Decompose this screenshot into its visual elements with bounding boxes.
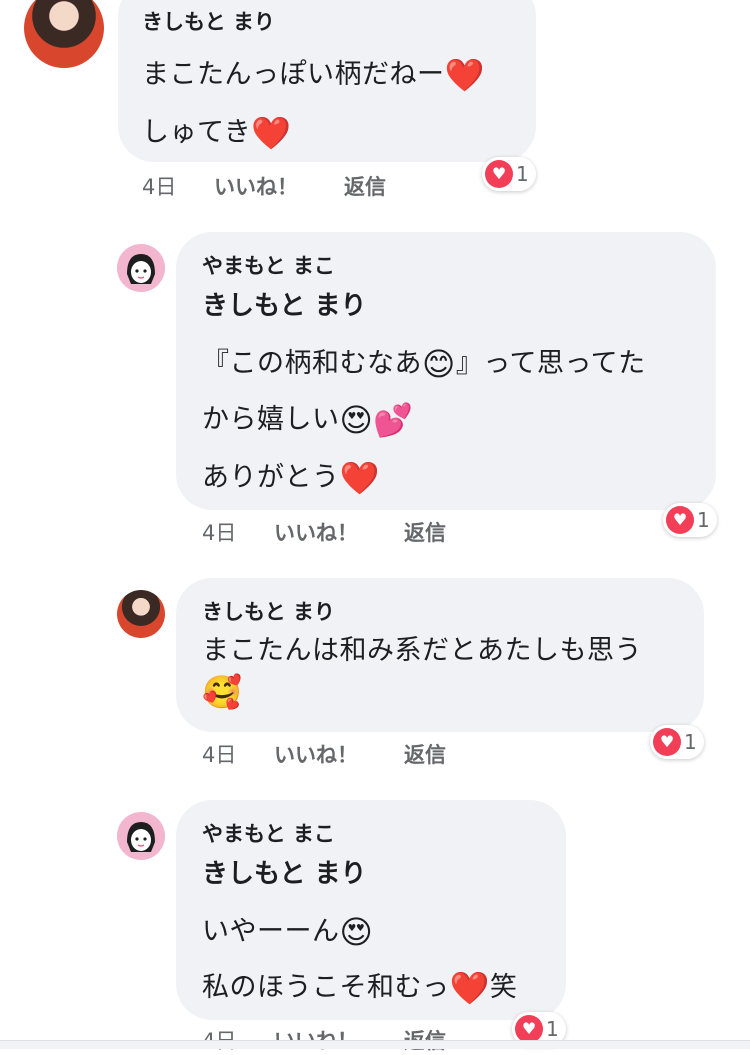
heart-eyes-emoji: 😍: [339, 913, 374, 951]
reaction-summary[interactable]: ♥ 1: [663, 503, 717, 537]
cartoon-avatar-icon: [117, 244, 165, 292]
comment-timestamp[interactable]: 4日: [142, 171, 214, 201]
heart-eyes-emoji: 😍💕: [339, 401, 414, 439]
reply-button[interactable]: 返信: [404, 739, 446, 769]
comment-author[interactable]: やまもと まこ: [202, 250, 335, 280]
heart-emoji: ❤️: [251, 114, 292, 152]
comment-text-line: しゅてき❤️: [142, 114, 292, 152]
smiling-hearts-emoji: 🥰: [202, 673, 243, 711]
reply-button[interactable]: 返信: [344, 171, 386, 201]
smiling-emoji: 😊: [422, 345, 456, 383]
comment-text-line: 私のほうこそ和むっ❤️笑: [202, 969, 518, 1007]
comment-meta: 4日いいね！返信: [202, 517, 446, 547]
comment-text-line: ありがとう❤️: [202, 459, 380, 497]
comment-text-line: いやーーん😍: [202, 913, 374, 951]
reaction-count: 1: [546, 1017, 559, 1041]
comment-timestamp[interactable]: 4日: [202, 739, 274, 769]
heart-reaction-icon: ♥: [515, 1015, 543, 1043]
heart-emoji: ❤️: [339, 459, 380, 497]
reaction-summary[interactable]: ♥ 1: [482, 157, 536, 191]
reaction-count: 1: [684, 730, 697, 754]
avatar[interactable]: [24, 0, 104, 68]
comment-author[interactable]: やまもと まこ: [202, 818, 335, 848]
like-button[interactable]: いいね！: [274, 517, 404, 547]
mention-tag[interactable]: きしもと まり: [202, 285, 367, 322]
heart-reaction-icon: ♥: [666, 506, 694, 534]
comment-timestamp[interactable]: 4日: [202, 517, 274, 547]
like-button[interactable]: いいね！: [274, 739, 404, 769]
avatar[interactable]: [117, 812, 165, 860]
comment-author[interactable]: きしもと まり: [142, 6, 275, 36]
comment-text-line: まこたんは和み系だとあたしも思う: [202, 635, 642, 666]
mention-tag[interactable]: きしもと まり: [202, 853, 367, 890]
reaction-count: 1: [516, 162, 529, 186]
avatar[interactable]: [117, 244, 165, 292]
heart-reaction-icon: ♥: [485, 160, 513, 188]
reaction-summary[interactable]: ♥ 1: [650, 725, 704, 759]
comment-text-line: 🥰: [202, 676, 242, 708]
comment-text-line: まこたんっぽい柄だねー❤️: [142, 56, 485, 94]
avatar[interactable]: [117, 590, 165, 638]
heart-reaction-icon: ♥: [653, 728, 681, 756]
heart-emoji: ❤️: [449, 969, 490, 1007]
comment-text-line: から嬉しい😍💕: [202, 401, 414, 439]
like-button[interactable]: いいね！: [214, 171, 344, 201]
comment-meta: 4日いいね！返信: [202, 739, 446, 769]
cartoon-avatar-icon: [117, 812, 165, 860]
reaction-count: 1: [697, 508, 710, 532]
comment-author[interactable]: きしもと まり: [202, 596, 335, 626]
reply-button[interactable]: 返信: [404, 517, 446, 547]
comment-text-line: 『この柄和むなあ😊』って思ってた: [202, 345, 646, 383]
heart-emoji: ❤️: [444, 56, 485, 94]
comment-meta: 4日いいね！返信: [142, 171, 386, 201]
